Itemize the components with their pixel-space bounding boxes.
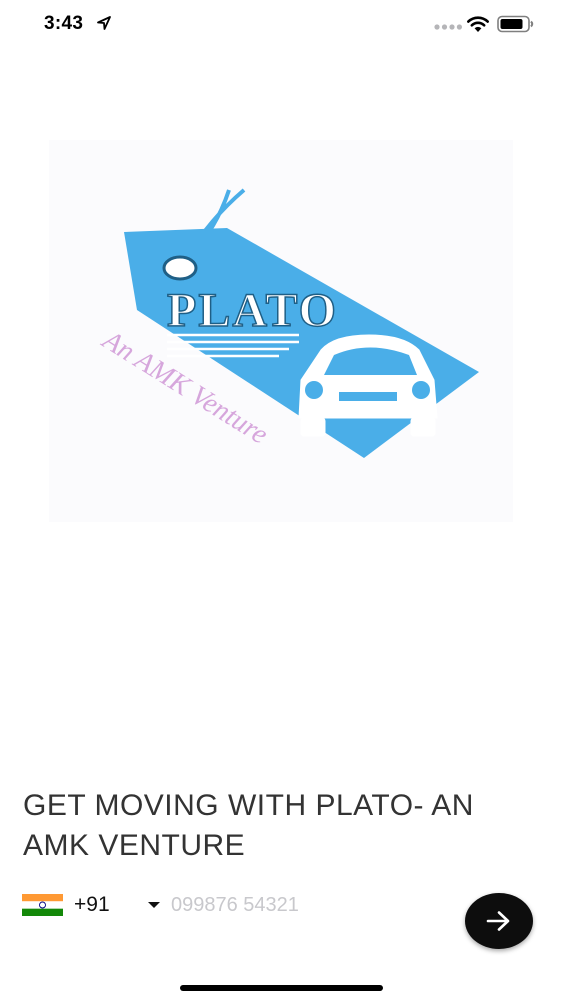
tag-hole bbox=[162, 255, 198, 281]
chevron-down-icon[interactable] bbox=[147, 900, 161, 910]
status-time: 3:43 bbox=[44, 13, 84, 34]
page-headline: GET MOVING WITH PLATO- AN AMK VENTURE bbox=[23, 789, 474, 862]
plato-logo: PLATO An AMK Venture bbox=[49, 140, 513, 522]
wifi-icon bbox=[467, 16, 489, 32]
phone-number-input[interactable] bbox=[171, 889, 431, 921]
plato-logo-graphic: PLATO An AMK Venture bbox=[96, 188, 479, 458]
home-indicator[interactable] bbox=[180, 985, 383, 991]
status-bar: 3:43 bbox=[0, 0, 563, 50]
india-flag-icon[interactable] bbox=[22, 894, 63, 916]
signal-strength-icon bbox=[434, 24, 462, 30]
arrow-right-icon bbox=[486, 911, 510, 931]
location-arrow-icon bbox=[97, 16, 111, 30]
next-button[interactable] bbox=[465, 893, 533, 949]
brand-text: PLATO bbox=[167, 284, 338, 337]
battery-icon bbox=[497, 15, 534, 33]
country-dial-code[interactable]: +91 bbox=[74, 893, 110, 917]
